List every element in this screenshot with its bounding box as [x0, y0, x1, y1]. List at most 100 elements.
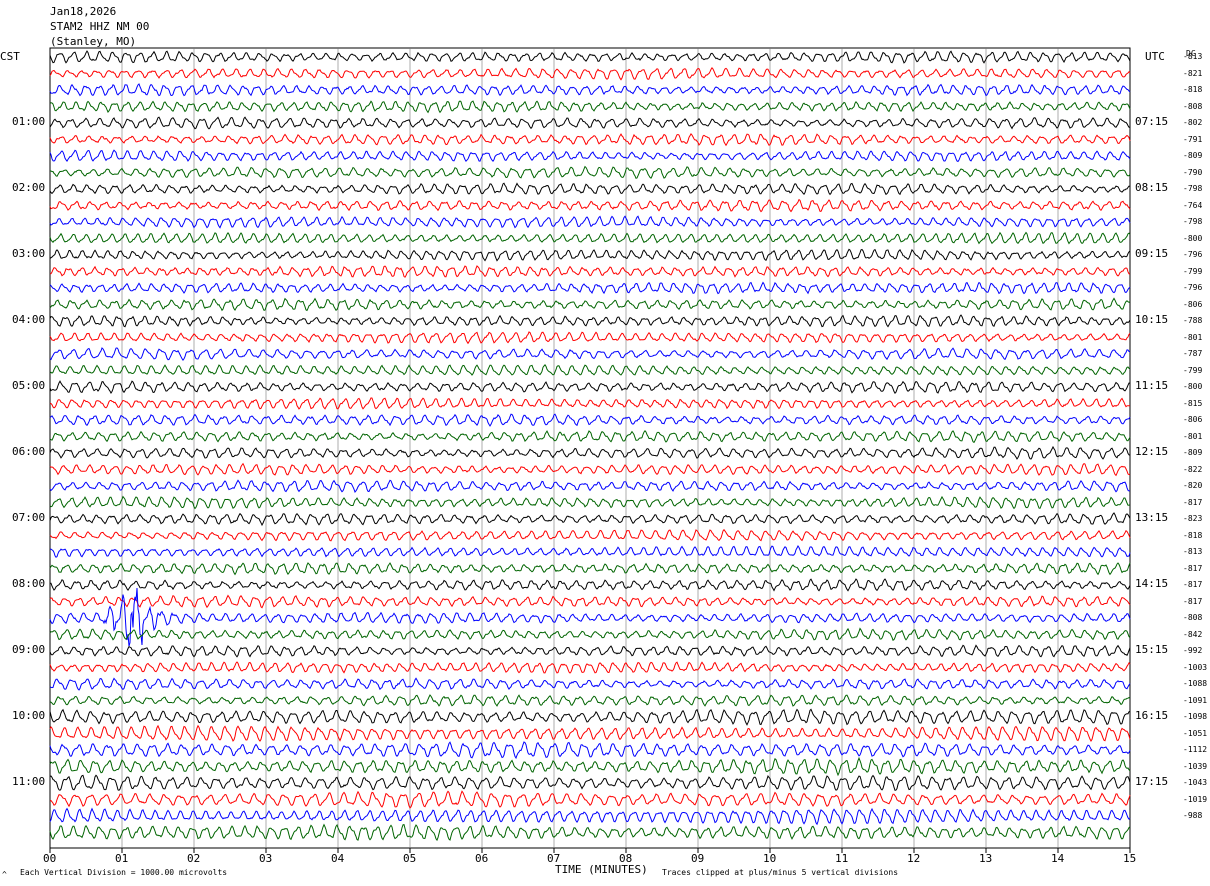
dc-offset-label: -802 — [1183, 118, 1203, 127]
trace-line — [49, 83, 1131, 97]
trace-line — [49, 823, 1131, 842]
dc-offset-label: -790 — [1183, 167, 1203, 177]
trace-line — [49, 430, 1131, 444]
x-tick-label: 04 — [331, 852, 345, 865]
helicorder-plot — [49, 47, 1131, 853]
minute-gridlines — [121, 48, 1059, 848]
left-timezone-label: CST — [0, 50, 20, 63]
trace-line — [49, 66, 1131, 81]
right-time-label: 08:15 — [1135, 181, 1169, 194]
left-time-label: 02:00 — [12, 181, 46, 194]
dc-offset-label: -988 — [1183, 811, 1203, 820]
dc-offset-label: -818 — [1183, 85, 1203, 94]
dc-offset-label: -806 — [1183, 299, 1203, 309]
right-time-label: 09:15 — [1135, 247, 1169, 260]
seismic-traces — [49, 50, 1131, 842]
trace-line — [49, 248, 1131, 262]
trace-line — [49, 724, 1131, 743]
trace-line — [49, 265, 1131, 278]
right-time-label: 15:15 — [1135, 643, 1169, 656]
trace-line — [49, 445, 1131, 460]
trace-line — [49, 231, 1131, 245]
trace-line — [49, 807, 1131, 826]
scale-note: Each Vertical Division = 1000.00 microvo… — [20, 868, 228, 877]
dc-offset-label: -796 — [1183, 250, 1203, 259]
trace-line — [49, 479, 1131, 493]
left-time-label: 03:00 — [12, 247, 46, 260]
logo-mark: ^ — [2, 870, 7, 879]
trace-line — [49, 528, 1131, 542]
dc-offset-label: -842 — [1183, 629, 1203, 639]
left-time-label: 05:00 — [12, 379, 46, 392]
dc-offset-label: -822 — [1183, 464, 1203, 474]
x-tick-label: 14 — [1051, 852, 1065, 865]
trace-line — [49, 661, 1131, 674]
trace-line — [50, 165, 1131, 179]
trace-line — [49, 741, 1131, 760]
dc-offset-label: -818 — [1183, 530, 1203, 540]
dc-offset-label: -764 — [1183, 200, 1203, 210]
trace-line — [49, 50, 1131, 64]
trace-line — [49, 182, 1131, 196]
trace-line — [49, 133, 1131, 147]
dc-offset-label: -1051 — [1183, 728, 1208, 738]
trace-line — [49, 495, 1131, 510]
dc-offset-label: -992 — [1183, 646, 1203, 655]
dc-offset-label: -788 — [1183, 316, 1203, 325]
dc-offset-label: -801 — [1183, 431, 1203, 441]
trace-line — [49, 774, 1131, 791]
dc-offset-label: -1091 — [1183, 695, 1208, 705]
dc-offset-label: -799 — [1183, 365, 1203, 375]
station-label: STAM2 HHZ NM 00 — [50, 20, 150, 33]
clip-note: Traces clipped at plus/minus 5 vertical … — [662, 868, 899, 877]
dc-offset-label: -817 — [1183, 563, 1203, 573]
dc-offset-label: -1003 — [1183, 662, 1208, 672]
x-axis-title: TIME (MINUTES) — [555, 863, 648, 876]
dc-offset-label: -796 — [1183, 283, 1203, 292]
trace-line — [49, 677, 1131, 691]
trace-line — [49, 281, 1131, 295]
trace-line — [49, 790, 1131, 809]
trace-line — [49, 512, 1131, 527]
trace-line — [49, 413, 1131, 427]
location-label: (Stanley, MO) — [50, 35, 137, 48]
dc-offset-label: -1112 — [1183, 745, 1208, 754]
left-time-label: 07:00 — [12, 511, 46, 524]
x-tick-label: 02 — [187, 852, 201, 865]
x-tick-label: 06 — [475, 852, 489, 865]
right-time-label: 17:15 — [1135, 775, 1169, 788]
trace-line — [49, 562, 1131, 576]
dc-offset-label: -798 — [1183, 184, 1203, 193]
x-axis-ticks — [49, 848, 1131, 853]
trace-line — [49, 314, 1131, 328]
dc-offset-label: -817 — [1183, 596, 1203, 606]
x-tick-label: 13 — [979, 852, 993, 865]
x-tick-label: 15 — [1123, 852, 1137, 865]
dc-offset-label: -820 — [1183, 481, 1203, 490]
dc-offset-label: -823 — [1183, 514, 1203, 523]
dc-offset-label: -791 — [1183, 134, 1203, 144]
trace-line — [49, 149, 1131, 163]
right-time-label: 10:15 — [1135, 313, 1169, 326]
dc-offset-label: -813 — [1183, 547, 1203, 556]
trace-line — [49, 215, 1131, 229]
dc-offset-label: -799 — [1183, 266, 1203, 276]
trace-line — [50, 578, 1131, 592]
dc-offset-label: -821 — [1183, 68, 1203, 78]
trace-line — [49, 644, 1131, 658]
right-time-label: 16:15 — [1135, 709, 1169, 722]
left-time-label: 01:00 — [12, 115, 46, 128]
dc-offset-label: -798 — [1183, 217, 1203, 226]
trace-line — [49, 594, 1131, 609]
dc-offset-label: -800 — [1183, 233, 1203, 243]
dc-offset-label: -1088 — [1183, 679, 1208, 688]
dc-offset-label: -809 — [1183, 448, 1203, 457]
dc-offset-label: -1039 — [1183, 761, 1208, 771]
trace-line — [49, 708, 1131, 726]
dc-offset-label: -1019 — [1183, 794, 1208, 804]
x-tick-label: 01 — [115, 852, 129, 865]
trace-line — [49, 545, 1131, 558]
x-tick-label: 11 — [835, 852, 849, 865]
x-tick-label: 10 — [763, 852, 777, 865]
x-tick-label: 09 — [691, 852, 705, 865]
